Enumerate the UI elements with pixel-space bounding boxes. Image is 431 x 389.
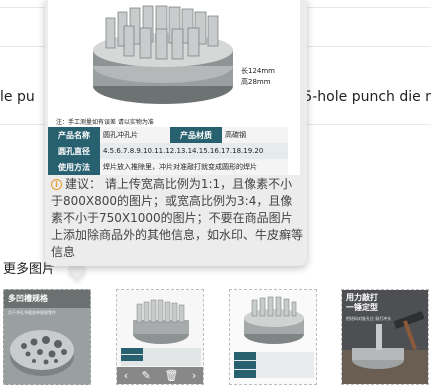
- thumbnail-4[interactable]: 用力敲打 一锤定型 把坯料对准孔位 敲打冲头: [341, 289, 429, 385]
- measurement-note: 注：手工测量如有误差 请以实物为准: [56, 119, 154, 126]
- thumbnail-4-caption: 用力敲打 一锤定型: [346, 293, 378, 312]
- advice-text: 建议： 请上传宽高比例为1:1，且像素不小于800X800的图片；或宽高比例为3…: [51, 177, 304, 259]
- thumbnail-1[interactable]: 多凹槽规格 用于冲孔冲截各种规格零件: [3, 289, 91, 385]
- upload-advice: i 建议： 请上传宽高比例为1:1，且像素不小于800X800的图片；或宽高比例为…: [51, 176, 303, 261]
- chevron-left-icon[interactable]: ‹: [124, 367, 128, 384]
- spec-value: 4.5.6.7.8.9.10.11.12.13.14.15.16.17.18.1…: [100, 143, 288, 159]
- thumbnail-toolbar: ‹ ✎ 🗑 ›: [117, 367, 203, 384]
- spec-row: 产品名称 圆孔冲孔片 产品材质 高碳钢: [48, 127, 288, 143]
- spec-key: 产品材质: [170, 127, 222, 143]
- thumbnail-3-image: [230, 290, 316, 384]
- punch-die-illustration: [93, 5, 233, 104]
- spec-row: 圆孔直径 4.5.6.7.8.9.10.11.12.13.14.15.16.17…: [48, 143, 288, 159]
- thumbnail-2[interactable]: ‹ ✎ 🗑 ›: [116, 289, 204, 385]
- image-guidance-popover: 长124mm 高28mm 注：手工测量如有误差 请以实物为准 产品名称 圆孔冲孔…: [45, 0, 307, 266]
- height-dimension: 高28mm: [241, 78, 271, 86]
- product-preview-image: 长124mm 高28mm 注：手工测量如有误差 请以实物为准 产品名称 圆孔冲孔…: [48, 0, 300, 175]
- spec-value: 焊片放入推除里，冲片对准敲打就变成圆形的焊片: [100, 159, 288, 175]
- thumbnail-1-subtitle: 用于冲孔冲截各种规格零件: [8, 310, 56, 315]
- product-title-right: g 5-hole punch die m: [290, 89, 431, 105]
- spec-key: 产品名称: [48, 127, 100, 143]
- spec-value: 圆孔冲孔片: [100, 127, 170, 143]
- thumbnail-3[interactable]: [229, 289, 317, 385]
- spec-row: 使用方法 焊片放入推除里，冲片对准敲打就变成圆形的焊片: [48, 159, 288, 175]
- spec-value: 高碳钢: [222, 127, 288, 143]
- thumbnail-1-caption: 多凹槽规格: [8, 294, 48, 303]
- info-circle-icon: i: [51, 179, 62, 190]
- spec-key: 圆孔直径: [48, 143, 100, 159]
- chevron-right-icon[interactable]: ›: [192, 367, 196, 384]
- trash-icon[interactable]: 🗑: [164, 367, 178, 384]
- spec-key: 使用方法: [48, 159, 100, 175]
- spec-table: 产品名称 圆孔冲孔片 产品材质 高碳钢 圆孔直径 4.5.6.7.8.9.10.…: [48, 127, 288, 175]
- thumbnail-4-subtitle: 把坯料对准孔位 敲打冲头: [346, 316, 392, 321]
- length-dimension: 长124mm: [241, 67, 275, 75]
- thumbnail-1-image: [4, 290, 90, 384]
- edit-icon[interactable]: ✎: [142, 367, 151, 384]
